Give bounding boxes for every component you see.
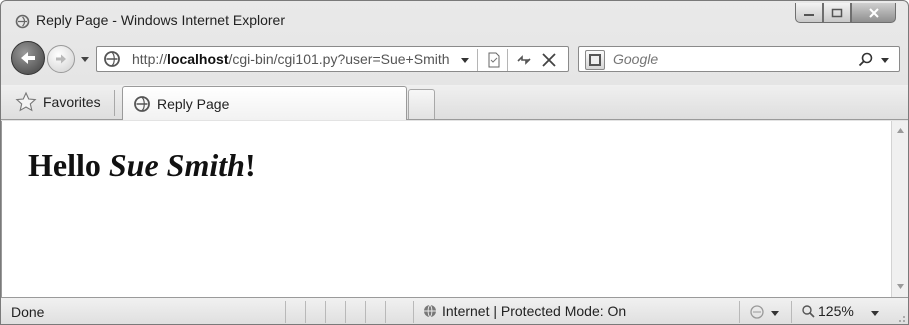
status-bar: Done Internet | Protected Mode: On 125% (1, 297, 908, 324)
chevron-down-icon[interactable] (869, 306, 881, 318)
separator (345, 301, 346, 323)
search-input[interactable] (613, 51, 853, 67)
chevron-down-icon (881, 58, 889, 63)
zoom-label: 125% (818, 303, 854, 319)
refresh-icon (517, 55, 531, 65)
chevron-down-icon[interactable] (769, 306, 781, 318)
separator (791, 301, 792, 323)
greeting-text: Hello (28, 147, 101, 183)
new-tab-button[interactable] (408, 89, 435, 119)
star-icon (15, 91, 37, 113)
chevron-up-icon (897, 128, 904, 133)
arrow-left-icon (21, 52, 35, 64)
search-button[interactable] (857, 51, 875, 69)
google-icon[interactable] (585, 50, 605, 70)
close-icon (868, 7, 879, 18)
chevron-down-icon (461, 58, 469, 63)
ie-page-icon (103, 50, 121, 68)
globe-icon (423, 304, 437, 318)
separator (365, 301, 366, 323)
minimize-icon (804, 13, 814, 16)
separator (325, 301, 326, 323)
search-box[interactable] (578, 46, 900, 72)
arrow-right-icon (56, 54, 66, 64)
page-content: Hello Sue Smith! (1, 121, 891, 297)
separator (285, 301, 286, 323)
resize-grip-icon[interactable] (894, 310, 906, 322)
address-bar[interactable]: http://localhost/cgi-bin/cgi101.py?user=… (96, 46, 569, 72)
minimize-button[interactable] (795, 3, 823, 23)
security-zone-label: Internet | Protected Mode: On (442, 303, 627, 319)
scroll-down-arrow[interactable] (895, 281, 906, 292)
user-name: Sue Smith (108, 147, 245, 183)
ie-page-icon (15, 14, 30, 29)
tab-label: Reply Page (157, 96, 230, 112)
compatibility-view-button[interactable] (484, 50, 504, 70)
privacy-icon[interactable] (749, 304, 765, 320)
document-icon (488, 52, 500, 68)
url-scheme: http:// (132, 51, 168, 67)
favorites-label: Favorites (43, 94, 101, 110)
separator (477, 49, 478, 71)
zoom-level[interactable]: 125% (801, 303, 854, 319)
window-title: Reply Page - Windows Internet Explorer (36, 12, 285, 28)
forward-button[interactable] (47, 45, 75, 73)
security-zone[interactable]: Internet | Protected Mode: On (423, 303, 626, 319)
favorites-button[interactable]: Favorites (11, 89, 109, 115)
separator (413, 301, 414, 323)
caption-buttons (795, 3, 896, 23)
status-text: Done (11, 304, 45, 320)
maximize-icon (831, 8, 843, 17)
separator (507, 49, 508, 71)
url-host: localhost (167, 51, 229, 67)
stop-icon (542, 53, 556, 67)
maximize-button[interactable] (823, 3, 851, 23)
search-options-dropdown[interactable] (879, 53, 893, 67)
tab-bar: Favorites Reply Page (1, 85, 908, 120)
title-bar: Reply Page - Windows Internet Explorer (1, 1, 908, 37)
separator (739, 301, 740, 323)
chevron-down-icon (897, 284, 904, 289)
recent-pages-dropdown[interactable] (78, 52, 92, 66)
vertical-scrollbar[interactable] (891, 121, 908, 297)
separator (114, 90, 115, 116)
ie-page-icon (133, 95, 151, 113)
separator (385, 301, 386, 323)
search-icon (858, 52, 873, 67)
tab-reply-page[interactable]: Reply Page (122, 86, 407, 120)
scroll-up-arrow[interactable] (895, 125, 906, 136)
url-text[interactable]: http://localhost/cgi-bin/cgi101.py?user=… (132, 51, 450, 67)
magnifier-icon (801, 304, 815, 318)
page-heading: Hello Sue Smith! (28, 147, 256, 184)
close-window-button[interactable] (851, 3, 896, 23)
navigation-bar: http://localhost/cgi-bin/cgi101.py?user=… (1, 39, 908, 83)
url-path: /cgi-bin/cgi101.py?user=Sue+Smith (228, 51, 450, 67)
address-dropdown[interactable] (459, 53, 473, 67)
separator (305, 301, 306, 323)
chevron-down-icon (81, 57, 89, 62)
back-button[interactable] (11, 41, 45, 75)
heading-punctuation: ! (244, 147, 256, 183)
refresh-button[interactable] (514, 50, 534, 70)
stop-button[interactable] (539, 50, 559, 70)
browser-window: Reply Page - Windows Internet Explorer h… (0, 0, 909, 325)
